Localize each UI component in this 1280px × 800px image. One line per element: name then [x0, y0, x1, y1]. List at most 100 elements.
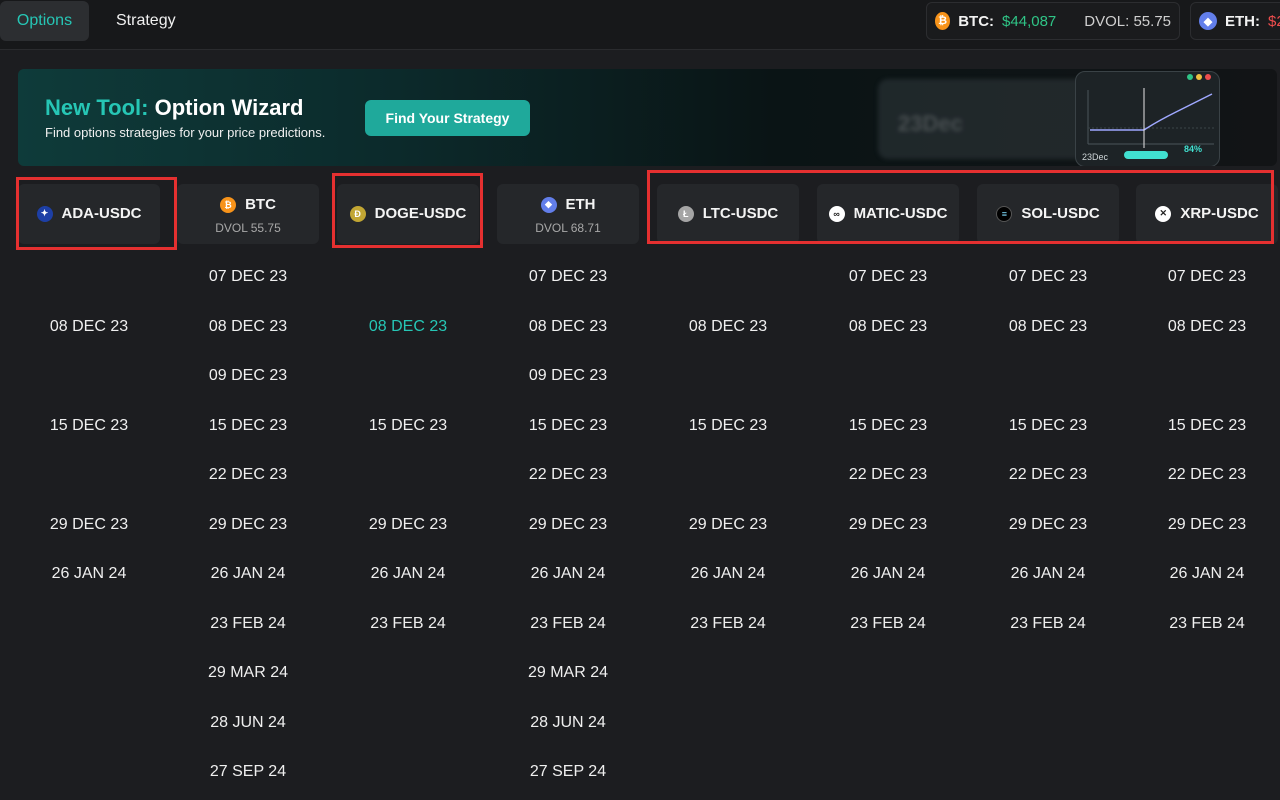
expiry-date[interactable]: 29 DEC 23 — [488, 516, 648, 534]
banner-title: New Tool: Option Wizard — [45, 95, 304, 120]
banner-subtitle: Find options strategies for your price p… — [45, 125, 326, 140]
banner-decoration: 23Dec — [878, 79, 1108, 159]
xrp-icon: ✕ — [1155, 205, 1172, 222]
expiry-date[interactable]: 29 MAR 24 — [168, 664, 328, 682]
instrument-label: XRP-USDC — [1180, 205, 1259, 222]
expiry-date[interactable]: 15 DEC 23 — [328, 417, 488, 435]
expiry-date[interactable]: 09 DEC 23 — [488, 367, 648, 385]
expiry-date[interactable]: 15 DEC 23 — [9, 417, 169, 435]
eth-ticker[interactable]: ◆ ETH: $2 — [1190, 2, 1280, 40]
expiry-date[interactable]: 07 DEC 23 — [168, 268, 328, 286]
expiry-date[interactable]: 08 DEC 23 — [648, 318, 808, 336]
expiry-date[interactable]: 28 JUN 24 — [168, 714, 328, 732]
expiry-date[interactable]: 23 FEB 24 — [968, 615, 1128, 633]
expiry-date[interactable]: 29 DEC 23 — [9, 516, 169, 534]
expiry-date[interactable]: 07 DEC 23 — [488, 268, 648, 286]
expiry-date[interactable]: 08 DEC 23 — [168, 318, 328, 336]
instrument-btc[interactable]: ₿ BTC DVOL 55.75 — [177, 184, 319, 244]
find-strategy-button[interactable]: Find Your Strategy — [365, 100, 530, 136]
expiry-date[interactable]: 15 DEC 23 — [808, 417, 968, 435]
matic-icon: ∞ — [828, 205, 845, 222]
expiry-date[interactable]: 23 FEB 24 — [1127, 615, 1280, 633]
expiry-date[interactable]: 15 DEC 23 — [168, 417, 328, 435]
btc-ticker[interactable]: ₿ BTC: $44,087 DVOL: 55.75 — [926, 2, 1180, 40]
instrument-matic-usdc[interactable]: ∞ MATIC-USDC — [817, 184, 959, 244]
instrument-label: BTC — [245, 196, 276, 213]
doge-icon: Ð — [349, 205, 366, 222]
instrument-label: DOGE-USDC — [374, 205, 467, 222]
ticker-symbol: BTC: — [958, 12, 995, 30]
instrument-sol-usdc[interactable]: ≡ SOL-USDC — [977, 184, 1119, 244]
ltc-icon: Ł — [677, 205, 694, 222]
expiry-date[interactable]: 22 DEC 23 — [808, 466, 968, 484]
instrument-label: LTC-USDC — [702, 205, 779, 222]
expiry-date[interactable]: 22 DEC 23 — [1127, 466, 1280, 484]
btc-icon: ₿ — [220, 196, 237, 213]
wizard-preview-image: 23Dec 84% — [1075, 71, 1220, 166]
top-bar: Options Strategy ₿ BTC: $44,087 DVOL: 55… — [0, 0, 1280, 50]
expiry-date[interactable]: 29 MAR 24 — [488, 664, 648, 682]
expiry-date[interactable]: 22 DEC 23 — [168, 466, 328, 484]
expiry-date[interactable]: 22 DEC 23 — [968, 466, 1128, 484]
expiry-date[interactable]: 29 DEC 23 — [648, 516, 808, 534]
instrument-label: SOL-USDC — [1021, 205, 1100, 222]
tab-strategy[interactable]: Strategy — [100, 1, 192, 41]
eth-icon: ◆ — [1199, 12, 1217, 30]
expiry-date[interactable]: 26 JAN 24 — [488, 565, 648, 583]
expiry-date[interactable]: 26 JAN 24 — [168, 565, 328, 583]
expiry-date[interactable]: 23 FEB 24 — [648, 615, 808, 633]
expiry-date[interactable]: 07 DEC 23 — [1127, 268, 1280, 286]
expiry-date[interactable]: 15 DEC 23 — [648, 417, 808, 435]
expiry-date[interactable]: 08 DEC 23 — [1127, 318, 1280, 336]
expiry-date[interactable]: 09 DEC 23 — [168, 367, 328, 385]
instrument-label: ETH — [565, 196, 596, 213]
expiry-date[interactable]: 07 DEC 23 — [808, 268, 968, 286]
option-wizard-banner: New Tool: Option Wizard Find options str… — [18, 69, 1277, 166]
instrument-label: MATIC-USDC — [853, 205, 948, 222]
expiry-date[interactable]: 26 JAN 24 — [1127, 565, 1280, 583]
expiry-date[interactable]: 15 DEC 23 — [488, 417, 648, 435]
ticker-symbol: ETH: — [1225, 12, 1260, 30]
expiry-date[interactable]: 23 FEB 24 — [168, 615, 328, 633]
instrument-ltc-usdc[interactable]: Ł LTC-USDC — [657, 184, 799, 244]
instrument-label: ADA-USDC — [61, 205, 142, 222]
instrument-doge-usdc[interactable]: Ð DOGE-USDC — [337, 184, 479, 244]
instrument-ada-usdc[interactable]: ✦ ADA-USDC — [18, 184, 160, 244]
expiry-date[interactable]: 23 FEB 24 — [328, 615, 488, 633]
expiry-date[interactable]: 08 DEC 23 — [9, 318, 169, 336]
expiry-date[interactable]: 26 JAN 24 — [648, 565, 808, 583]
instrument-dvol: DVOL 68.71 — [535, 221, 601, 235]
instrument-xrp-usdc[interactable]: ✕ XRP-USDC — [1136, 184, 1278, 244]
expiry-date[interactable]: 08 DEC 23 — [968, 318, 1128, 336]
eth-icon: ◆ — [540, 196, 557, 213]
instrument-eth[interactable]: ◆ ETH DVOL 68.71 — [497, 184, 639, 244]
tab-options[interactable]: Options — [0, 1, 89, 41]
expiry-date[interactable]: 29 DEC 23 — [968, 516, 1128, 534]
expiry-date[interactable]: 26 JAN 24 — [968, 565, 1128, 583]
expiry-date[interactable]: 27 SEP 24 — [168, 763, 328, 781]
expiry-date[interactable]: 15 DEC 23 — [1127, 417, 1280, 435]
expiry-date[interactable]: 23 FEB 24 — [488, 615, 648, 633]
ticker-price: $2 — [1268, 12, 1280, 30]
btc-icon: ₿ — [935, 12, 951, 30]
expiry-date[interactable]: 23 FEB 24 — [808, 615, 968, 633]
expiry-date[interactable]: 15 DEC 23 — [968, 417, 1128, 435]
expiry-date[interactable]: 29 DEC 23 — [168, 516, 328, 534]
expiry-date[interactable]: 29 DEC 23 — [328, 516, 488, 534]
sol-icon: ≡ — [996, 205, 1013, 222]
expiry-date[interactable]: 26 JAN 24 — [328, 565, 488, 583]
expiry-date[interactable]: 08 DEC 23 — [328, 318, 488, 336]
expiry-date[interactable]: 26 JAN 24 — [9, 565, 169, 583]
expiry-date[interactable]: 27 SEP 24 — [488, 763, 648, 781]
expiry-date[interactable]: 07 DEC 23 — [968, 268, 1128, 286]
ticker-price: $44,087 — [1002, 12, 1057, 30]
expiry-date[interactable]: 26 JAN 24 — [808, 565, 968, 583]
expiry-date[interactable]: 29 DEC 23 — [1127, 516, 1280, 534]
expiry-date[interactable]: 28 JUN 24 — [488, 714, 648, 732]
expiry-date[interactable]: 29 DEC 23 — [808, 516, 968, 534]
ticker-dvol: DVOL: 55.75 — [1084, 12, 1171, 30]
expiry-date[interactable]: 08 DEC 23 — [488, 318, 648, 336]
instrument-dvol: DVOL 55.75 — [215, 221, 281, 235]
expiry-date[interactable]: 22 DEC 23 — [488, 466, 648, 484]
expiry-date[interactable]: 08 DEC 23 — [808, 318, 968, 336]
